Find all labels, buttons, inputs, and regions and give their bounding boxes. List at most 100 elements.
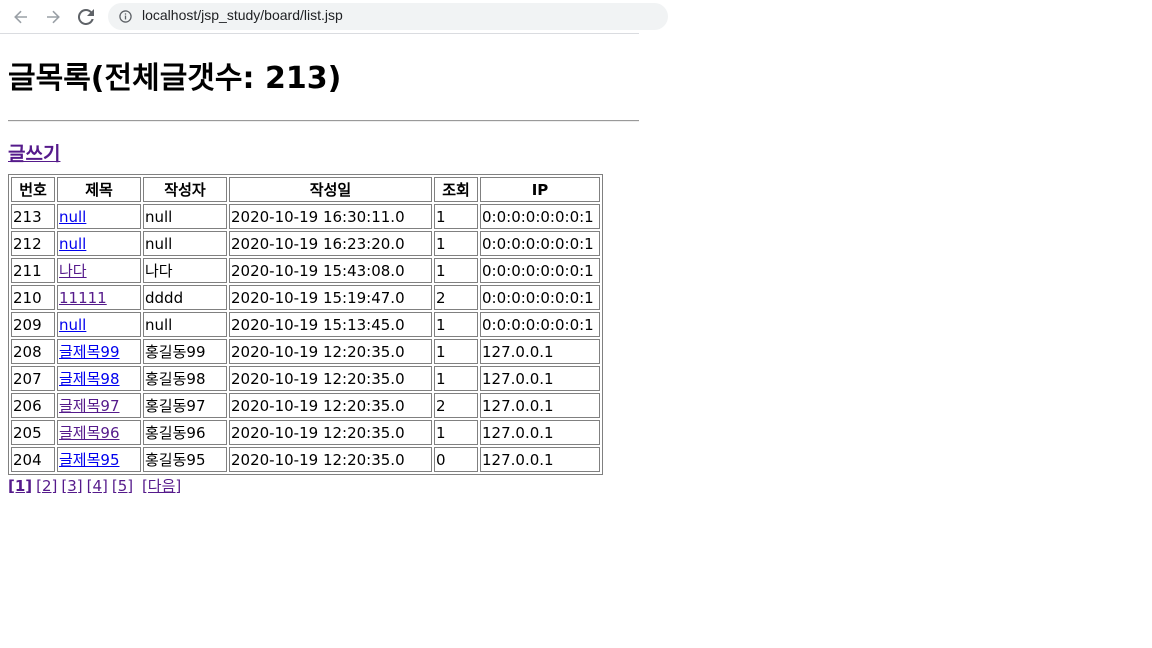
cell-hit: 1 — [434, 231, 478, 256]
cell-ip: 0:0:0:0:0:0:0:1 — [480, 231, 600, 256]
cell-ip: 127.0.0.1 — [480, 420, 600, 445]
table-row: 209 null null 2020-10-19 15:13:45.0 1 0:0:0:0… — [11, 312, 600, 337]
cell-no: 210 — [11, 285, 55, 310]
cell-no: 209 — [11, 312, 55, 337]
post-title-link[interactable]: 글제목97 — [59, 397, 120, 415]
cell-date: 2020-10-19 15:19:47.0 — [229, 285, 432, 310]
cell-writer: 홍길동99 — [143, 339, 227, 364]
cell-no: 205 — [11, 420, 55, 445]
header-title: 제목 — [57, 177, 141, 202]
reload-button[interactable] — [74, 5, 98, 29]
forward-button[interactable] — [41, 5, 65, 29]
cell-hit: 1 — [434, 312, 478, 337]
cell-ip: 127.0.0.1 — [480, 393, 600, 418]
table-row: 211 나다 나다 2020-10-19 15:43:08.0 1 0:0:0:0:0:0… — [11, 258, 600, 283]
cell-ip: 0:0:0:0:0:0:0:1 — [480, 204, 600, 229]
cell-title: 글제목99 — [57, 339, 141, 364]
cell-writer: dddd — [143, 285, 227, 310]
cell-no: 211 — [11, 258, 55, 283]
post-title-link[interactable]: 글제목96 — [59, 424, 120, 442]
reload-icon — [78, 9, 94, 25]
cell-writer: 나다 — [143, 258, 227, 283]
cell-date: 2020-10-19 16:30:11.0 — [229, 204, 432, 229]
table-row: 210 11111 dddd 2020-10-19 15:19:47.0 2 0:0:0:… — [11, 285, 600, 310]
cell-hit: 1 — [434, 258, 478, 283]
pagination-next[interactable]: [다음] — [142, 477, 181, 495]
cell-title: 글제목96 — [57, 420, 141, 445]
cell-date: 2020-10-19 12:20:35.0 — [229, 420, 432, 445]
info-icon[interactable] — [119, 10, 132, 23]
url-text[interactable]: localhost/jsp_study/board/list.jsp — [142, 7, 343, 23]
cell-ip: 0:0:0:0:0:0:0:1 — [480, 312, 600, 337]
cell-date: 2020-10-19 15:43:08.0 — [229, 258, 432, 283]
table-row: 207 글제목98 홍길동98 2020-10-19 12:20:35.0 1 127.0… — [11, 366, 600, 391]
cell-writer: 홍길동97 — [143, 393, 227, 418]
cell-date: 2020-10-19 12:20:35.0 — [229, 447, 432, 472]
cell-date: 2020-10-19 12:20:35.0 — [229, 393, 432, 418]
write-post-link[interactable]: 글쓰기 — [8, 142, 60, 166]
cell-no: 208 — [11, 339, 55, 364]
cell-no: 213 — [11, 204, 55, 229]
cell-hit: 1 — [434, 339, 478, 364]
header-date: 작성일 — [229, 177, 432, 202]
cell-hit: 2 — [434, 285, 478, 310]
browser-toolbar: localhost/jsp_study/board/list.jsp — [0, 0, 668, 34]
cell-hit: 0 — [434, 447, 478, 472]
table-row: 206 글제목97 홍길동97 2020-10-19 12:20:35.0 2 127.0… — [11, 393, 600, 418]
arrow-left-icon — [14, 10, 27, 24]
post-title-link[interactable]: 11111 — [59, 289, 107, 307]
cell-hit: 1 — [434, 420, 478, 445]
page-content: 글목록(전체글갯수: 213) 글쓰기 번호 제목 작성자 작성일 조회 IP … — [8, 34, 639, 496]
cell-title: 나다 — [57, 258, 141, 283]
back-button[interactable] — [9, 5, 33, 29]
cell-date: 2020-10-19 16:23:20.0 — [229, 231, 432, 256]
pagination: [1] [2] [3] [4] [5] [다음] — [8, 476, 639, 496]
cell-title: 글제목95 — [57, 447, 141, 472]
cell-no: 204 — [11, 447, 55, 472]
table-row: 208 글제목99 홍길동99 2020-10-19 12:20:35.0 1 127.0… — [11, 339, 600, 364]
table-row: 205 글제목96 홍길동96 2020-10-19 12:20:35.0 1 127.0… — [11, 420, 600, 445]
table-header-row: 번호 제목 작성자 작성일 조회 IP — [11, 177, 600, 202]
post-title-link[interactable]: 글제목99 — [59, 343, 120, 361]
table-row: 212 null null 2020-10-19 16:23:20.0 1 0:0:0:0… — [11, 231, 600, 256]
page-title: 글목록(전체글갯수: 213) — [8, 61, 342, 96]
cell-writer: 홍길동96 — [143, 420, 227, 445]
cell-no: 206 — [11, 393, 55, 418]
post-title-link[interactable]: null — [59, 235, 86, 253]
post-table: 번호 제목 작성자 작성일 조회 IP 213 null null 2020-10-1… — [8, 174, 603, 475]
cell-ip: 127.0.0.1 — [480, 366, 600, 391]
post-title-link[interactable]: 글제목98 — [59, 370, 120, 388]
post-title-link[interactable]: 글제목95 — [59, 451, 120, 469]
cell-title: 글제목97 — [57, 393, 141, 418]
cell-no: 207 — [11, 366, 55, 391]
pagination-page-link[interactable]: [2] — [36, 477, 57, 495]
cell-writer: null — [143, 231, 227, 256]
cell-title: null — [57, 312, 141, 337]
post-title-link[interactable]: null — [59, 208, 86, 226]
header-hit: 조회 — [434, 177, 478, 202]
pagination-page-link[interactable]: [4] — [87, 477, 108, 495]
cell-writer: null — [143, 312, 227, 337]
header-no: 번호 — [11, 177, 55, 202]
cell-writer: null — [143, 204, 227, 229]
post-title-link[interactable]: null — [59, 316, 86, 334]
pagination-page-link[interactable]: [1] — [8, 477, 32, 495]
cell-date: 2020-10-19 12:20:35.0 — [229, 366, 432, 391]
table-row: 213 null null 2020-10-19 16:30:11.0 1 0:0:0:0… — [11, 204, 600, 229]
cell-hit: 2 — [434, 393, 478, 418]
post-title-link[interactable]: 나다 — [59, 262, 87, 280]
pagination-pages: [1] [2] [3] [4] [5] — [8, 477, 137, 495]
address-bar[interactable]: localhost/jsp_study/board/list.jsp — [108, 3, 668, 30]
cell-title: null — [57, 204, 141, 229]
pagination-page-link[interactable]: [5] — [112, 477, 133, 495]
divider — [8, 120, 639, 122]
cell-ip: 0:0:0:0:0:0:0:1 — [480, 285, 600, 310]
arrow-right-icon — [47, 10, 60, 24]
table-row: 204 글제목95 홍길동95 2020-10-19 12:20:35.0 0 127.0… — [11, 447, 600, 472]
cell-hit: 1 — [434, 366, 478, 391]
cell-title: null — [57, 231, 141, 256]
header-ip: IP — [480, 177, 600, 202]
pagination-page-link[interactable]: [3] — [61, 477, 82, 495]
cell-title: 글제목98 — [57, 366, 141, 391]
cell-title: 11111 — [57, 285, 141, 310]
